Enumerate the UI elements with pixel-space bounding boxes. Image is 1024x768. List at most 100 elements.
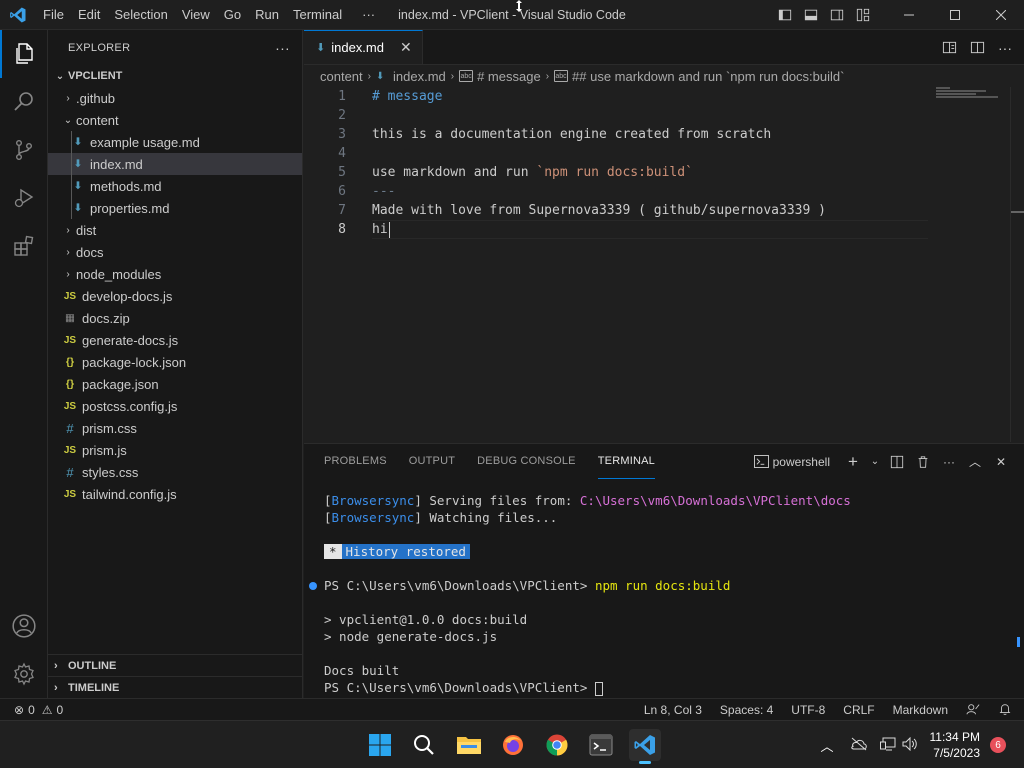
close-tab-icon[interactable]: ✕ <box>400 39 412 56</box>
maximize-panel-icon[interactable]: ︿ <box>966 453 984 471</box>
language-mode[interactable]: Markdown <box>893 703 948 717</box>
outline-section[interactable]: › OUTLINE <box>48 654 303 676</box>
toggle-panel-icon[interactable] <box>798 0 824 30</box>
menu-run[interactable]: Run <box>248 0 286 30</box>
tree-file-docs-zip[interactable]: ▦ docs.zip <box>48 307 302 329</box>
tab-terminal[interactable]: TERMINAL <box>597 444 655 479</box>
close-window-button[interactable] <box>978 0 1024 30</box>
vscode-taskbar-icon[interactable] <box>629 729 661 764</box>
tree-file-prism-css[interactable]: # prism.css <box>48 417 302 439</box>
problems-status[interactable]: ⊗ 0 ⚠ 0 <box>0 703 63 717</box>
breadcrumb-heading2[interactable]: ## use markdown and run `npm run docs:bu… <box>572 69 844 84</box>
tree-file-styles-css[interactable]: # styles.css <box>48 461 302 483</box>
menu-edit[interactable]: Edit <box>71 0 107 30</box>
code-line: 3 this is a documentation engine created… <box>338 127 772 142</box>
tree-folder-dist[interactable]: › dist <box>48 219 302 241</box>
split-editor-icon[interactable] <box>966 37 988 59</box>
source-control-icon[interactable] <box>0 126 48 174</box>
minimize-button[interactable] <box>886 0 932 30</box>
toggle-primary-sidebar-icon[interactable] <box>772 0 798 30</box>
minimap[interactable] <box>936 87 1006 117</box>
menu-go[interactable]: Go <box>217 0 248 30</box>
tree-file-package-lock[interactable]: {} package-lock.json <box>48 351 302 373</box>
terminal-output[interactable]: [Browsersync] Serving files from: C:\Use… <box>309 492 1014 696</box>
chrome-icon[interactable] <box>541 729 573 761</box>
accounts-icon[interactable] <box>0 602 48 650</box>
clock[interactable]: 11:34 PM 7/5/2023 <box>930 729 980 761</box>
menu-selection[interactable]: Selection <box>107 0 174 30</box>
tab-debug-console[interactable]: DEBUG CONSOLE <box>477 444 576 479</box>
code-editor[interactable]: 1 # message 2 3 this is a documentation … <box>304 87 1024 239</box>
tree-root-vpclient[interactable]: ⌄ VPCLIENT <box>48 65 302 87</box>
tree-folder-github[interactable]: › .github <box>48 87 302 109</box>
encoding[interactable]: UTF-8 <box>791 703 825 717</box>
more-actions-icon[interactable]: ··· <box>940 453 958 471</box>
file-explorer-icon[interactable] <box>453 729 485 761</box>
notifications-bell-icon[interactable] <box>998 702 1012 719</box>
close-panel-icon[interactable]: ✕ <box>992 453 1010 471</box>
open-preview-icon[interactable] <box>938 37 960 59</box>
tree-file-postcss-config[interactable]: JS postcss.config.js <box>48 395 302 417</box>
cursor-position[interactable]: Ln 8, Col 3 <box>644 703 702 717</box>
search-icon[interactable] <box>0 78 48 126</box>
more-actions-icon[interactable]: ··· <box>994 37 1016 59</box>
menu-terminal[interactable]: Terminal <box>286 0 349 30</box>
run-debug-icon[interactable] <box>0 174 48 222</box>
taskbar-search-icon[interactable] <box>408 729 440 761</box>
end-of-line[interactable]: CRLF <box>843 703 874 717</box>
breadcrumb-content[interactable]: content <box>320 69 363 84</box>
tree-file-prism-js[interactable]: JS prism.js <box>48 439 302 461</box>
terminal-line: [Browsersync] Watching files... <box>324 510 558 525</box>
extensions-icon[interactable] <box>0 222 48 270</box>
tree-folder-node-modules[interactable]: › node_modules <box>48 263 302 285</box>
editor-scrollbar[interactable] <box>1010 87 1024 442</box>
maximize-button[interactable] <box>932 0 978 30</box>
tree-file-example-usage[interactable]: ⬇ example usage.md <box>48 131 302 153</box>
title-bar: File Edit Selection View Go Run Terminal… <box>0 0 1024 30</box>
tree-folder-content[interactable]: ⌄ content <box>48 109 302 131</box>
javascript-file-icon: JS <box>63 290 77 302</box>
network-icon[interactable] <box>879 737 896 754</box>
manage-gear-icon[interactable] <box>0 650 48 698</box>
show-hidden-icons-chevron-icon[interactable]: ︿ <box>821 736 834 755</box>
tree-file-package-json[interactable]: {} package.json <box>48 373 302 395</box>
tree-file-methods-md[interactable]: ⬇ methods.md <box>48 175 302 197</box>
volume-icon[interactable] <box>902 736 918 754</box>
explorer-more-button[interactable]: ··· <box>275 40 290 56</box>
menu-file[interactable]: File <box>36 0 71 30</box>
terminal-line: PS C:\Users\vm6\Downloads\VPClient> npm … <box>309 577 1014 594</box>
menu-more[interactable]: ··· <box>355 0 382 30</box>
toggle-secondary-sidebar-icon[interactable] <box>824 0 850 30</box>
symbol-string-icon: abc <box>554 70 569 82</box>
split-terminal-icon[interactable] <box>888 453 906 471</box>
chevron-down-icon[interactable]: ⌄ <box>870 453 880 471</box>
trash-icon[interactable] <box>914 453 932 471</box>
bottom-panel: PROBLEMS OUTPUT DEBUG CONSOLE TERMINAL p… <box>304 443 1024 698</box>
chevron-right-icon: › <box>450 70 455 82</box>
menu-view[interactable]: View <box>175 0 217 30</box>
tab-output[interactable]: OUTPUT <box>409 444 455 479</box>
customize-layout-icon[interactable] <box>850 0 876 30</box>
new-terminal-icon[interactable]: + <box>844 452 862 471</box>
tree-folder-docs[interactable]: › docs <box>48 241 302 263</box>
markdown-file-icon: ⬇ <box>73 202 83 214</box>
onedrive-cloud-icon[interactable] <box>850 737 868 754</box>
tree-file-index-md[interactable]: ⬇ index.md <box>48 153 302 175</box>
feedback-icon[interactable] <box>966 702 980 719</box>
tree-file-generate-docs[interactable]: JS generate-docs.js <box>48 329 302 351</box>
breadcrumb-file[interactable]: index.md <box>393 69 446 84</box>
indentation[interactable]: Spaces: 4 <box>720 703 773 717</box>
terminal-app-icon[interactable] <box>585 729 617 761</box>
tab-problems[interactable]: PROBLEMS <box>324 444 387 479</box>
tree-file-develop-docs[interactable]: JS develop-docs.js <box>48 285 302 307</box>
terminal-shell-selector[interactable]: powershell <box>753 455 830 469</box>
firefox-icon[interactable] <box>497 729 529 761</box>
tree-file-properties-md[interactable]: ⬇ properties.md <box>48 197 302 219</box>
explorer-icon[interactable] <box>0 30 48 78</box>
breadcrumb-heading1[interactable]: # message <box>477 69 541 84</box>
windows-start-icon[interactable] <box>364 729 396 761</box>
tree-file-tailwind-config[interactable]: JS tailwind.config.js <box>48 483 302 505</box>
tab-index-md[interactable]: ⬇ index.md ✕ <box>304 30 423 64</box>
notification-badge[interactable]: 6 <box>990 737 1006 753</box>
timeline-section[interactable]: › TIMELINE <box>48 676 303 698</box>
